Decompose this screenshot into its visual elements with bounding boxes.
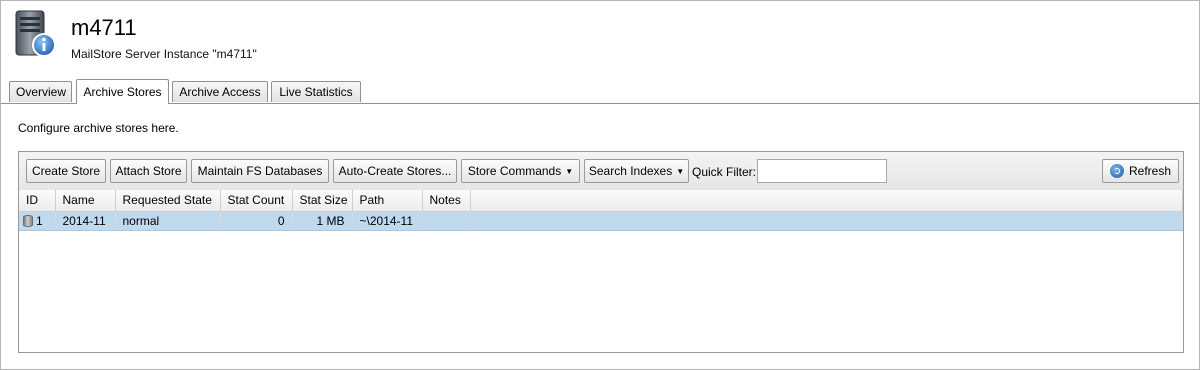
server-info-icon <box>15 10 56 57</box>
attach-store-button[interactable]: Attach Store <box>110 159 187 183</box>
create-store-button[interactable]: Create Store <box>26 159 106 183</box>
quick-filter-input[interactable] <box>757 159 887 183</box>
page-subtitle: MailStore Server Instance "m4711" <box>71 47 257 61</box>
chevron-down-icon: ▼ <box>676 167 685 176</box>
quick-filter-label: Quick Filter: <box>692 165 757 179</box>
tab-bar: Overview Archive Stores Archive Access L… <box>1 79 1199 104</box>
archive-stores-panel: Create Store Attach Store Maintain FS Da… <box>18 151 1184 353</box>
table-row[interactable]: 1 2014-11 normal 0 1 MB ~\2014-11 <box>19 211 1183 231</box>
table-header-row: ID Name Requested State Stat Count Stat … <box>19 190 1183 212</box>
cell-requested-state: normal <box>115 211 221 231</box>
column-header-path[interactable]: Path <box>352 190 423 212</box>
tab-overview[interactable]: Overview <box>9 81 72 102</box>
refresh-label: Refresh <box>1128 164 1172 178</box>
column-header-id[interactable]: ID <box>19 190 56 212</box>
cell-stat-size: 1 MB <box>292 211 353 231</box>
cell-notes <box>422 211 471 231</box>
archive-stores-table: ID Name Requested State Stat Count Stat … <box>19 190 1183 231</box>
store-commands-label: Store Commands <box>467 164 562 178</box>
cell-id-value: 1 <box>36 213 43 228</box>
cell-name: 2014-11 <box>55 211 116 231</box>
auto-create-stores-button[interactable]: Auto-Create Stores... <box>333 159 457 183</box>
column-header-requested-state[interactable]: Requested State <box>115 190 221 212</box>
chevron-down-icon: ▼ <box>565 167 574 176</box>
maintain-fs-databases-button[interactable]: Maintain FS Databases <box>191 159 329 183</box>
search-indexes-dropdown[interactable]: Search Indexes ▼ <box>584 159 689 183</box>
cell-path: ~\2014-11 <box>352 211 423 231</box>
cell-filler <box>470 211 1183 231</box>
column-header-stat-size[interactable]: Stat Size <box>292 190 353 212</box>
database-icon <box>23 214 33 227</box>
toolbar: Create Store Attach Store Maintain FS Da… <box>19 152 1183 191</box>
cell-id: 1 <box>19 211 56 231</box>
search-indexes-label: Search Indexes <box>588 164 673 178</box>
column-header-stat-count[interactable]: Stat Count <box>220 190 293 212</box>
description-text: Configure archive stores here. <box>18 121 179 135</box>
refresh-button[interactable]: Refresh <box>1102 159 1179 183</box>
tab-archive-access[interactable]: Archive Access <box>172 81 268 102</box>
column-header-filler <box>470 190 1183 212</box>
refresh-icon <box>1109 164 1124 178</box>
cell-stat-count: 0 <box>220 211 293 231</box>
tab-archive-stores[interactable]: Archive Stores <box>76 79 169 104</box>
column-header-name[interactable]: Name <box>55 190 116 212</box>
tab-live-statistics[interactable]: Live Statistics <box>271 81 361 102</box>
page-title: m4711 <box>71 15 137 40</box>
main-window: m4711 MailStore Server Instance "m4711" … <box>0 0 1200 370</box>
instance-header: m4711 MailStore Server Instance "m4711" <box>9 7 1189 67</box>
column-header-notes[interactable]: Notes <box>422 190 471 212</box>
store-commands-dropdown[interactable]: Store Commands ▼ <box>461 159 580 183</box>
